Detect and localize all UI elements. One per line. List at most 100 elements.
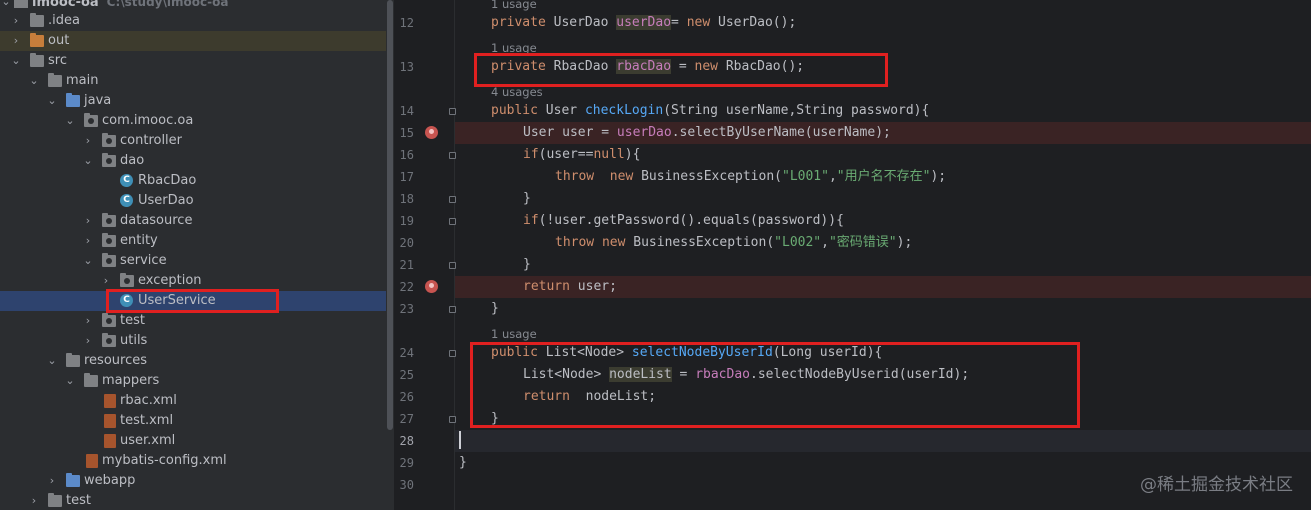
line-number[interactable]: 13 [394,56,414,78]
tree-item-main[interactable]: ⌄ main [0,71,386,91]
folder-icon [48,493,62,507]
line-number[interactable]: 29 [394,452,414,474]
line-number[interactable]: 16 [394,144,414,166]
code-line-12[interactable]: private UserDao userDao= new UserDao(); [455,12,1311,34]
line-number[interactable]: 26 [394,386,414,408]
line-number[interactable]: 12 [394,12,414,34]
tree-item-service[interactable]: ⌄ service [0,251,386,271]
chevron-right-icon[interactable]: › [46,471,58,491]
line-number[interactable]: 27 [394,408,414,430]
code-line-20[interactable]: throw new BusinessException("L002","密码错误… [455,232,1311,254]
line-number[interactable]: 17 [394,166,414,188]
code-token: throw [555,235,602,250]
annotation-box-rbacdao-field [474,53,888,87]
chevron-down-icon[interactable]: ⌄ [64,111,76,131]
tree-item-entity[interactable]: › entity [0,231,386,251]
code-line-21[interactable]: } [455,254,1311,276]
line-number[interactable]: 21 [394,254,414,276]
tree-item-test-xml[interactable]: test.xml [0,411,386,431]
chevron-right-icon[interactable]: › [28,491,40,510]
tree-item-out[interactable]: › out [0,31,386,51]
chevron-right-icon[interactable]: › [82,131,94,151]
chevron-right-icon[interactable]: › [82,311,94,331]
chevron-right-icon[interactable]: › [82,331,94,351]
tree-item-mappers[interactable]: ⌄ mappers [0,371,386,391]
tree-item-rbac-xml[interactable]: rbac.xml [0,391,386,411]
current-line-highlight [455,430,1311,452]
breakpoint-icon[interactable] [425,126,438,139]
java-class-icon: C [120,194,133,207]
line-number[interactable]: 28 [394,430,414,452]
code-line-15[interactable]: User user = userDao.selectByUserName(use… [455,122,1311,144]
tree-item-user-xml[interactable]: user.xml [0,431,386,451]
code-token: UserDao [553,15,617,30]
code-token: "L001" [782,169,829,184]
breakpoint-icon[interactable] [425,280,438,293]
chevron-right-icon[interactable]: › [82,211,94,231]
tree-item-controller[interactable]: › controller [0,131,386,151]
xml-file-icon [104,394,116,408]
tree-item-mybatis-config[interactable]: mybatis-config.xml [0,451,386,471]
scrollbar-thumb[interactable] [387,0,393,430]
code-token: "用户名不存在" [836,169,931,184]
chevron-down-icon[interactable]: ⌄ [46,91,58,111]
chevron-down-icon[interactable]: ⌄ [28,71,40,91]
tree-item-dao[interactable]: ⌄ dao [0,151,386,171]
chevron-down-icon[interactable]: ⌄ [82,151,94,171]
line-number[interactable]: 30 [394,474,414,496]
tree-item-resources[interactable]: ⌄ resources [0,351,386,371]
line-number[interactable]: 22 [394,276,414,298]
tree-item-webapp[interactable]: › webapp [0,471,386,491]
code-token: BusinessException( [633,235,775,250]
tree-item-package[interactable]: ⌄ com.imooc.oa [0,111,386,131]
chevron-down-icon[interactable]: ⌄ [46,351,58,371]
line-number[interactable]: 24 [394,342,414,364]
chevron-right-icon[interactable]: › [82,231,94,251]
chevron-down-icon[interactable]: ⌄ [10,51,22,71]
line-number[interactable]: 18 [394,188,414,210]
tree-item-utils[interactable]: › utils [0,331,386,351]
tree-item-test-pkg[interactable]: › test [0,311,386,331]
chevron-right-icon[interactable]: › [100,271,112,291]
project-tool-window: ⌄ imooc-oa C:\study\imooc-oa › .idea › ou… [0,0,386,510]
code-token: } [523,257,531,272]
folder-icon [66,93,80,107]
line-number[interactable]: 14 [394,100,414,122]
line-number[interactable]: 20 [394,232,414,254]
code-line-22[interactable]: return user; [455,276,1311,298]
watermark: @稀土掘金技术社区 [1140,475,1293,495]
tree-item-userdao[interactable]: C UserDao [0,191,386,211]
line-number[interactable]: 25 [394,364,414,386]
line-number[interactable]: 15 [394,122,414,144]
chevron-right-icon[interactable]: › [10,11,22,31]
package-icon [102,153,116,167]
tree-item-datasource[interactable]: › datasource [0,211,386,231]
tree-item-idea[interactable]: › .idea [0,11,386,31]
package-icon [120,273,134,287]
code-line-17[interactable]: throw new BusinessException("L001","用户名不… [455,166,1311,188]
line-number[interactable]: 19 [394,210,414,232]
code-token: , [828,169,837,184]
tree-item-exception[interactable]: › exception [0,271,386,291]
code-line-23[interactable]: } [455,298,1311,320]
tree-item-rbacdao[interactable]: C RbacDao [0,171,386,191]
line-number[interactable]: 23 [394,298,414,320]
package-icon [102,233,116,247]
tree-item-label: UserDao [138,193,194,208]
code-token: user; [577,279,617,294]
code-line-19[interactable]: if(!user.getPassword().equals(password))… [455,210,1311,232]
chevron-down-icon[interactable]: ⌄ [64,371,76,391]
code-token: new [609,169,642,184]
tree-item-src[interactable]: ⌄ src [0,51,386,71]
code-line-18[interactable]: } [455,188,1311,210]
tree-item-test-folder[interactable]: › test [0,491,386,510]
tree-item-java[interactable]: ⌄ java [0,91,386,111]
chevron-down-icon[interactable]: ⌄ [82,251,94,271]
code-line-14[interactable]: public User checkLogin(String userName,S… [455,100,1311,122]
chevron-right-icon[interactable]: › [10,31,22,51]
code-line-16[interactable]: if(user==null){ [455,144,1311,166]
folder-icon [66,473,80,487]
tree-scrollbar[interactable] [386,0,394,510]
usage-hint[interactable]: 1 usage [491,321,537,343]
tree-item-label: user.xml [120,433,176,448]
